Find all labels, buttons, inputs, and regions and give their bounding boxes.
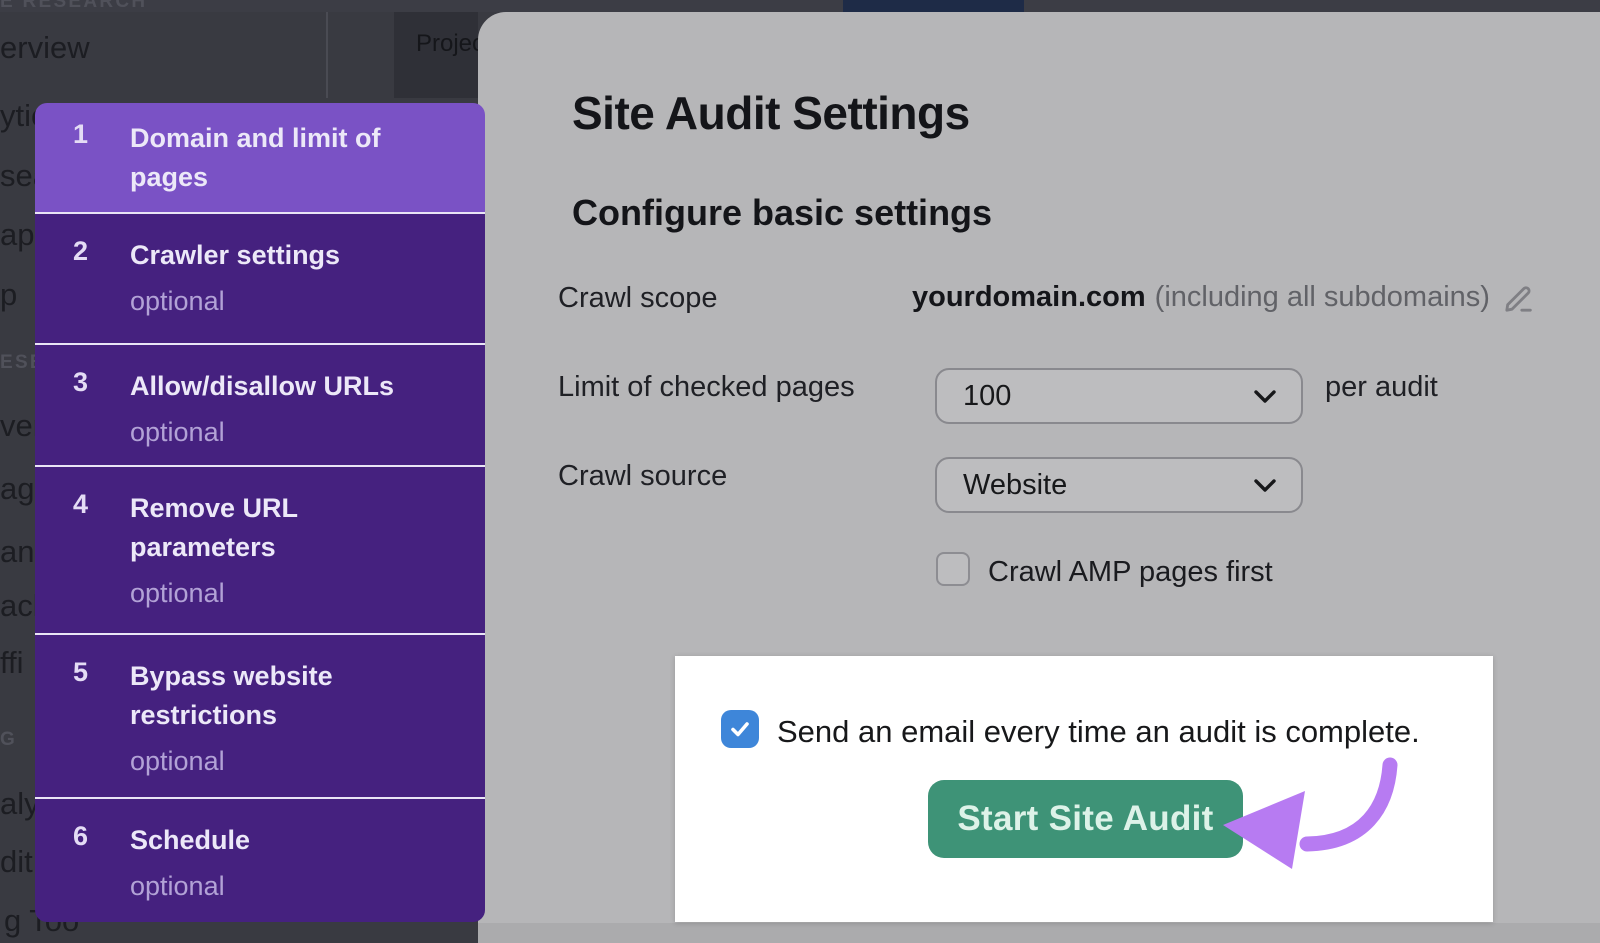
limit-select[interactable]: 100 <box>935 368 1303 424</box>
chevron-down-icon <box>1253 478 1277 493</box>
limit-suffix: per audit <box>1325 371 1438 404</box>
background-nav-item: aly <box>0 786 40 822</box>
section-title: Configure basic settings <box>572 192 992 234</box>
email-checkbox-label: Send an email every time an audit is com… <box>777 714 1420 750</box>
step-allow-disallow-urls[interactable]: 3 Allow/disallow URLs optional <box>35 345 485 465</box>
step-optional-label: optional <box>130 867 440 906</box>
step-optional-label: optional <box>130 413 440 452</box>
background-nav-section: E RESEARCH <box>0 0 147 13</box>
limit-label: Limit of checked pages <box>558 371 855 404</box>
step-schedule[interactable]: 6 Schedule optional <box>35 799 485 922</box>
step-optional-label: optional <box>130 574 440 613</box>
background-topbar <box>0 0 1600 12</box>
amp-checkbox[interactable] <box>936 552 970 586</box>
crawl-scope-label: Crawl scope <box>558 282 718 315</box>
crawl-scope-value: yourdomain.com (including all subdomains… <box>912 280 1536 314</box>
start-site-audit-label: Start Site Audit <box>957 799 1213 839</box>
page-title: Site Audit Settings <box>572 86 970 140</box>
crawl-source-label: Crawl source <box>558 460 727 493</box>
limit-select-value: 100 <box>963 380 1253 413</box>
crawl-scope-domain: yourdomain.com <box>912 281 1146 314</box>
background-nav-item: p <box>0 277 17 313</box>
step-title: Allow/disallow URLs <box>130 367 440 406</box>
step-remove-url-parameters[interactable]: 4 Remove URL parameters optional <box>35 467 485 633</box>
step-title: Crawler settings <box>130 236 440 275</box>
background-nav-item: ffi <box>0 645 24 681</box>
step-number: 6 <box>73 821 130 922</box>
step-number: 5 <box>73 657 130 797</box>
background-topbar-accent <box>843 0 1024 12</box>
step-bypass-website-restrictions[interactable]: 5 Bypass website restrictions optional <box>35 635 485 797</box>
wizard-steps-panel: 1 Domain and limit of pages 2 Crawler se… <box>35 103 485 922</box>
step-number: 3 <box>73 367 130 465</box>
start-site-audit-button[interactable]: Start Site Audit <box>928 780 1243 858</box>
step-title: Bypass website restrictions <box>130 657 440 735</box>
email-callout-box: Send an email every time an audit is com… <box>675 656 1493 922</box>
step-crawler-settings[interactable]: 2 Crawler settings optional <box>35 214 485 343</box>
background-divider <box>326 12 328 98</box>
email-checkbox[interactable] <box>721 710 759 748</box>
step-title: Schedule <box>130 821 440 860</box>
step-number: 2 <box>73 236 130 343</box>
edit-icon[interactable] <box>1502 280 1536 314</box>
background-nav-item: dit <box>0 844 33 880</box>
step-domain-and-limit[interactable]: 1 Domain and limit of pages <box>35 103 485 212</box>
crawl-source-select[interactable]: Website <box>935 457 1303 513</box>
step-optional-label: optional <box>130 742 440 781</box>
background-projects-label: Projec <box>416 30 484 58</box>
crawl-scope-note: (including all subdomains) <box>1155 281 1490 314</box>
screen: Projec E RESEARCH erview ytic sea ap p E… <box>0 0 1600 943</box>
chevron-down-icon <box>1253 389 1277 404</box>
amp-checkbox-label: Crawl AMP pages first <box>988 556 1273 589</box>
step-title: Domain and limit of pages <box>130 119 440 197</box>
step-title: Remove URL parameters <box>130 489 440 567</box>
background-nav-section: G <box>0 729 17 751</box>
step-optional-label: optional <box>130 282 440 321</box>
modal-bottom-edge <box>478 923 1600 943</box>
background-nav-item: ap <box>0 217 34 253</box>
crawl-source-select-value: Website <box>963 469 1253 502</box>
background-nav-item: erview <box>0 30 90 66</box>
step-number: 4 <box>73 489 130 633</box>
step-number: 1 <box>73 119 130 212</box>
